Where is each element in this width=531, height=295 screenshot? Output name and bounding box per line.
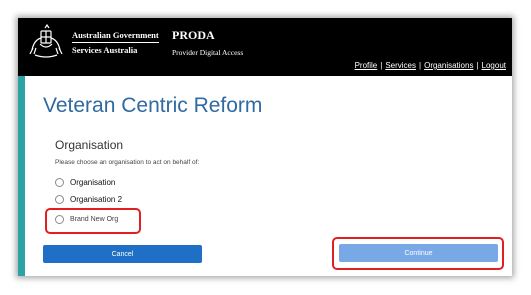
nav-separator: | bbox=[476, 61, 479, 70]
organisation-option-2[interactable]: Organisation 2 bbox=[55, 195, 122, 204]
app-name: PRODA bbox=[172, 28, 215, 42]
site-header: Australian Government Services Australia… bbox=[18, 18, 512, 76]
accent-stripe bbox=[18, 76, 25, 276]
nav-link-organisations[interactable]: Organisations bbox=[424, 61, 473, 70]
radio-button[interactable] bbox=[55, 195, 64, 204]
gov-name: Australian Government bbox=[72, 30, 159, 43]
nav-link-services[interactable]: Services bbox=[385, 61, 416, 70]
page-title: Veteran Centric Reform bbox=[43, 94, 263, 117]
government-branding: Australian Government Services Australia bbox=[72, 30, 159, 56]
organisation-option-1[interactable]: Organisation bbox=[55, 178, 115, 187]
radio-button[interactable] bbox=[55, 178, 64, 187]
cancel-button[interactable]: Cancel bbox=[43, 245, 202, 263]
annotation-highlight-continue bbox=[332, 237, 504, 270]
annotation-highlight-brand-new-org bbox=[45, 208, 141, 234]
australian-coat-of-arms-icon bbox=[29, 24, 63, 58]
app-subtitle: Provider Digital Access bbox=[172, 48, 244, 57]
nav-separator: | bbox=[419, 61, 422, 70]
option-label: Organisation 2 bbox=[70, 195, 123, 204]
nav-link-profile[interactable]: Profile bbox=[355, 61, 378, 70]
organisation-heading: Organisation bbox=[55, 138, 124, 152]
option-label: Organisation bbox=[70, 178, 116, 187]
browser-frame: Australian Government Services Australia… bbox=[18, 18, 512, 276]
organisation-instruction: Please choose an organisation to act on … bbox=[55, 159, 200, 166]
top-nav: Profile | Services | Organisations | Logout bbox=[355, 61, 506, 70]
agency-name: Services Australia bbox=[72, 45, 138, 55]
nav-link-logout[interactable]: Logout bbox=[482, 61, 506, 70]
